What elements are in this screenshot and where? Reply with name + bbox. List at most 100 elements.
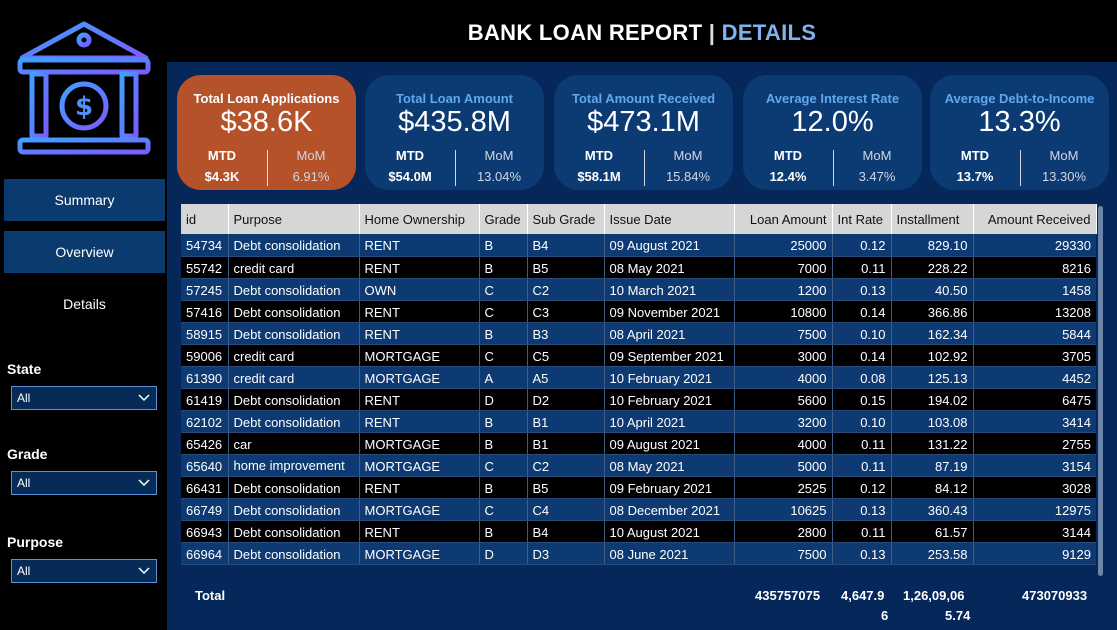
kpi-mom-label: MoM bbox=[1049, 148, 1079, 163]
table-cell: B bbox=[478, 410, 527, 433]
table-cell: RENT bbox=[358, 300, 479, 323]
table-cell: 10 March 2021 bbox=[603, 278, 734, 301]
table-cell: B4 bbox=[526, 234, 604, 257]
table-cell: D bbox=[478, 388, 527, 411]
table-cell: MORTGAGE bbox=[358, 454, 479, 477]
table-cell: 58915 bbox=[181, 322, 228, 345]
column-header[interactable]: Installment bbox=[891, 204, 974, 234]
table-cell: 0.11 bbox=[831, 432, 891, 455]
table-cell: 10625 bbox=[733, 498, 832, 521]
kpi-mtd-value: 12.4% bbox=[769, 169, 807, 184]
state-filter-label: State bbox=[7, 361, 42, 377]
column-header[interactable]: Sub Grade bbox=[527, 204, 605, 234]
loan-details-table[interactable]: id Purpose Home Ownership Grade Sub Grad… bbox=[181, 204, 1101, 606]
table-cell: Debt consolidation bbox=[227, 410, 359, 433]
kpi-card-total-loan-amount[interactable]: Total Loan Amount $435.8M MTD $54.0M MoM… bbox=[365, 75, 544, 190]
main-panel: BANK LOAN REPORT | DETAILS Total Loan Ap… bbox=[167, 0, 1117, 630]
kpi-card-average-dti[interactable]: Average Debt-to-Income 13.3% MTD 13.7% M… bbox=[930, 75, 1109, 190]
table-row[interactable]: 61419 Debt consolidation RENT D D2 10 Februar… bbox=[181, 388, 1096, 411]
table-total-row: Total 435757075 4,647.9 6 1,26,09,06 5.7… bbox=[181, 580, 1096, 623]
purpose-filter-select[interactable]: All bbox=[11, 559, 157, 583]
column-header[interactable]: Int Rate bbox=[832, 204, 892, 234]
table-cell: B bbox=[478, 432, 527, 455]
table-cell: 366.86 bbox=[890, 300, 973, 323]
table-row[interactable]: 65640 home improvement MORTGAGE C C2 08 May 2… bbox=[181, 454, 1096, 477]
table-cell: D bbox=[478, 542, 527, 565]
table-cell: Debt consolidation bbox=[227, 498, 359, 521]
table-cell: 61419 bbox=[181, 388, 228, 411]
table-cell: 66943 bbox=[181, 520, 228, 543]
total-int-rate: 4,647.9 bbox=[841, 588, 885, 603]
nav-summary-button[interactable]: Summary bbox=[4, 179, 165, 221]
nav-details-button[interactable]: Details bbox=[4, 283, 165, 325]
kpi-mom-value: 6.91% bbox=[292, 169, 330, 184]
kpi-mom-label: MoM bbox=[296, 148, 326, 163]
column-header[interactable]: Issue Date bbox=[604, 204, 735, 234]
table-row[interactable]: 66749 Debt consolidation MORTGAGE C C4 08 Dec… bbox=[181, 498, 1096, 521]
table-cell: 10 April 2021 bbox=[603, 410, 734, 433]
table-cell: 360.43 bbox=[890, 498, 973, 521]
table-cell: 131.22 bbox=[890, 432, 973, 455]
kpi-mom-value: 15.84% bbox=[665, 169, 711, 184]
column-header[interactable]: id bbox=[181, 204, 229, 234]
table-cell: B1 bbox=[526, 410, 604, 433]
table-cell: 0.10 bbox=[831, 322, 891, 345]
table-cell: 0.08 bbox=[831, 366, 891, 389]
table-row[interactable]: 66964 Debt consolidation MORTGAGE D D3 08 Jun… bbox=[181, 542, 1096, 565]
column-header[interactable]: Amount Received bbox=[973, 204, 1097, 234]
table-cell: B bbox=[478, 520, 527, 543]
kpi-card-total-amount-received[interactable]: Total Amount Received $473.1M MTD $58.1M… bbox=[554, 75, 733, 190]
page-title-main: BANK LOAN REPORT bbox=[467, 20, 703, 45]
kpi-mtd-label: MTD bbox=[207, 148, 237, 163]
table-cell: OWN bbox=[358, 278, 479, 301]
table-row[interactable]: 62102 Debt consolidation RENT B B1 10 April 2… bbox=[181, 410, 1096, 433]
table-row[interactable]: 54734 Debt consolidation RENT B B4 09 August … bbox=[181, 234, 1096, 257]
column-header[interactable]: Grade bbox=[479, 204, 528, 234]
page-title-accent: DETAILS bbox=[721, 20, 817, 45]
table-cell: 3144 bbox=[972, 520, 1096, 543]
table-cell: 62102 bbox=[181, 410, 228, 433]
nav-overview-button[interactable]: Overview bbox=[4, 231, 165, 273]
kpi-card-total-applications[interactable]: Total Loan Applications $38.6K MTD $4.3K… bbox=[177, 75, 356, 190]
table-scrollbar[interactable] bbox=[1098, 206, 1103, 576]
table-row[interactable]: 66943 Debt consolidation RENT B B4 10 August … bbox=[181, 520, 1096, 543]
table-cell: 55742 bbox=[181, 256, 228, 279]
grade-filter-select[interactable]: All bbox=[11, 471, 157, 495]
kpi-mom-label: MoM bbox=[484, 148, 514, 163]
kpi-mom-value: 13.30% bbox=[1041, 169, 1087, 184]
kpi-card-average-interest-rate[interactable]: Average Interest Rate 12.0% MTD 12.4% Mo… bbox=[743, 75, 922, 190]
table-cell: 59006 bbox=[181, 344, 228, 367]
table-row[interactable]: 55742 credit card RENT B B5 08 May 2021 7000 0.… bbox=[181, 256, 1096, 279]
table-cell: 0.13 bbox=[831, 498, 891, 521]
table-cell: C4 bbox=[526, 498, 604, 521]
table-cell: B bbox=[478, 322, 527, 345]
table-row[interactable]: 58915 Debt consolidation RENT B B3 08 April 2… bbox=[181, 322, 1096, 345]
column-header[interactable]: Loan Amount bbox=[734, 204, 833, 234]
table-cell: 25000 bbox=[733, 234, 832, 257]
table-cell: MORTGAGE bbox=[358, 344, 479, 367]
table-row[interactable]: 57416 Debt consolidation RENT C C3 09 Novembe… bbox=[181, 300, 1096, 323]
table-cell: 829.10 bbox=[890, 234, 973, 257]
column-header[interactable]: Purpose bbox=[228, 204, 360, 234]
table-row[interactable]: 65426 car MORTGAGE B B1 09 August 2021 4000 0.1… bbox=[181, 432, 1096, 455]
table-cell: B1 bbox=[526, 432, 604, 455]
table-cell: MORTGAGE bbox=[358, 542, 479, 565]
kpi-value: 12.0% bbox=[791, 106, 874, 138]
table-cell: 0.15 bbox=[831, 388, 891, 411]
table-row[interactable]: 61390 credit card MORTGAGE A A5 10 February 2… bbox=[181, 366, 1096, 389]
table-cell: 54734 bbox=[181, 234, 228, 257]
state-filter-select[interactable]: All bbox=[11, 386, 157, 410]
column-header[interactable]: Home Ownership bbox=[359, 204, 480, 234]
table-cell: 08 June 2021 bbox=[603, 542, 734, 565]
table-cell: B bbox=[478, 476, 527, 499]
total-installment-cont: 5.74 bbox=[945, 608, 971, 623]
table-cell: Debt consolidation bbox=[227, 388, 359, 411]
table-row[interactable]: 59006 credit card MORTGAGE C C5 09 September … bbox=[181, 344, 1096, 367]
table-cell: 0.14 bbox=[831, 300, 891, 323]
table-cell: 0.11 bbox=[831, 256, 891, 279]
kpi-mtd-label: MTD bbox=[584, 148, 614, 163]
chevron-down-icon bbox=[138, 479, 150, 487]
table-row[interactable]: 66431 Debt consolidation RENT B B5 09 Februar… bbox=[181, 476, 1096, 499]
table-row[interactable]: 57245 Debt consolidation OWN C C2 10 March 20… bbox=[181, 278, 1096, 301]
table-cell: home improvement bbox=[227, 454, 359, 477]
